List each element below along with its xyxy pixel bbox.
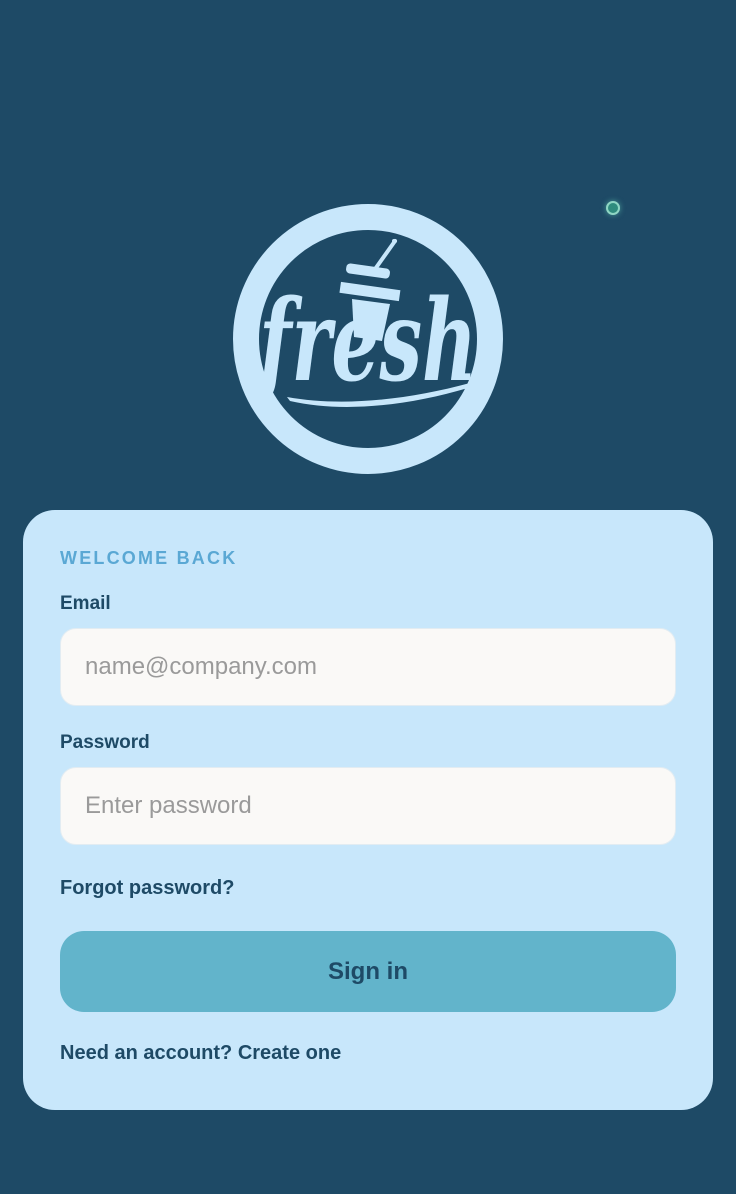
logo-wordmark: fresh: [254, 276, 477, 407]
status-dot-icon: [606, 201, 620, 215]
login-card: WELCOME BACK Email Password Forgot passw…: [23, 510, 713, 1110]
signup-prompt: Need an account?: [60, 1042, 233, 1064]
email-label: Email: [60, 593, 111, 614]
forgot-password-link[interactable]: Forgot password?: [60, 877, 234, 900]
fresh-drink-logo-icon: fresh: [232, 203, 504, 475]
welcome-eyebrow: WELCOME BACK: [60, 548, 238, 568]
signup-row: Need an account? Create one: [60, 1042, 341, 1065]
sign-in-button[interactable]: Sign in: [60, 931, 676, 1012]
create-account-link[interactable]: Create one: [238, 1042, 341, 1064]
email-field[interactable]: [60, 628, 676, 706]
password-field[interactable]: [60, 767, 676, 845]
password-label: Password: [60, 732, 150, 753]
